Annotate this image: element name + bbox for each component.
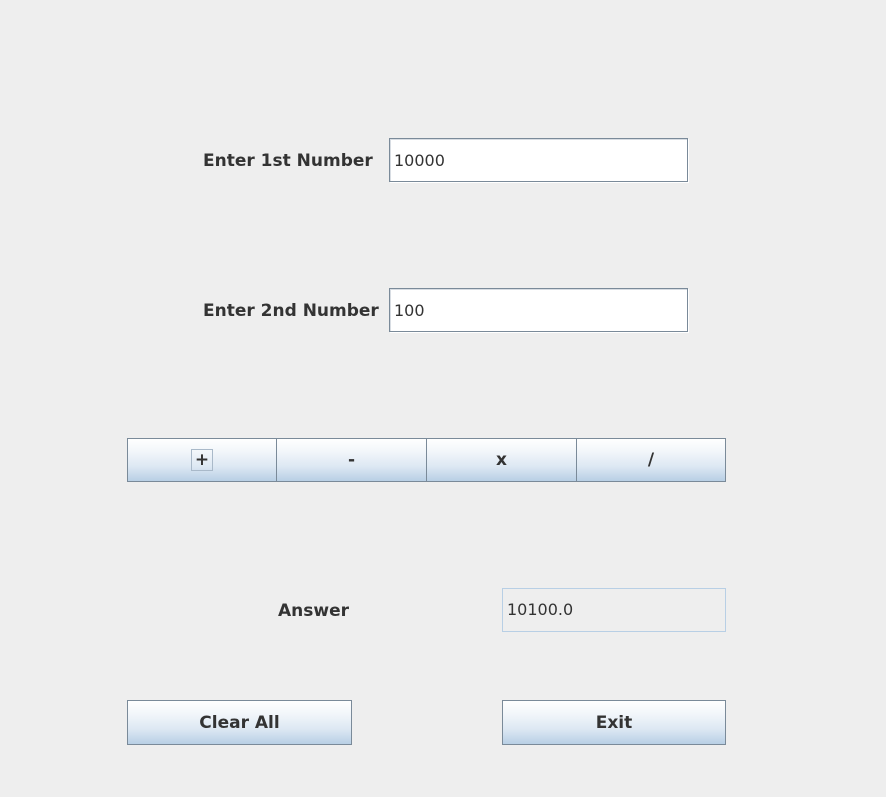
answer-output: 10100.0	[502, 588, 726, 632]
clear-all-button[interactable]: Clear All	[127, 700, 352, 745]
calculator-window: Enter 1st Number Enter 2nd Number + - x …	[0, 0, 886, 797]
clear-all-button-label: Clear All	[199, 712, 280, 733]
add-button-label: +	[191, 449, 213, 471]
divide-button[interactable]: /	[576, 438, 726, 482]
multiply-button-label: x	[496, 450, 507, 470]
first-number-input[interactable]	[389, 138, 688, 182]
first-number-label: Enter 1st Number	[203, 151, 373, 171]
multiply-button[interactable]: x	[426, 438, 577, 482]
divide-button-label: /	[647, 450, 655, 470]
answer-label: Answer	[278, 601, 349, 621]
add-button[interactable]: +	[127, 438, 277, 482]
subtract-button[interactable]: -	[276, 438, 427, 482]
second-number-label: Enter 2nd Number	[203, 301, 379, 321]
exit-button[interactable]: Exit	[502, 700, 726, 745]
subtract-button-label: -	[347, 450, 356, 470]
exit-button-label: Exit	[595, 712, 633, 733]
second-number-input[interactable]	[389, 288, 688, 332]
